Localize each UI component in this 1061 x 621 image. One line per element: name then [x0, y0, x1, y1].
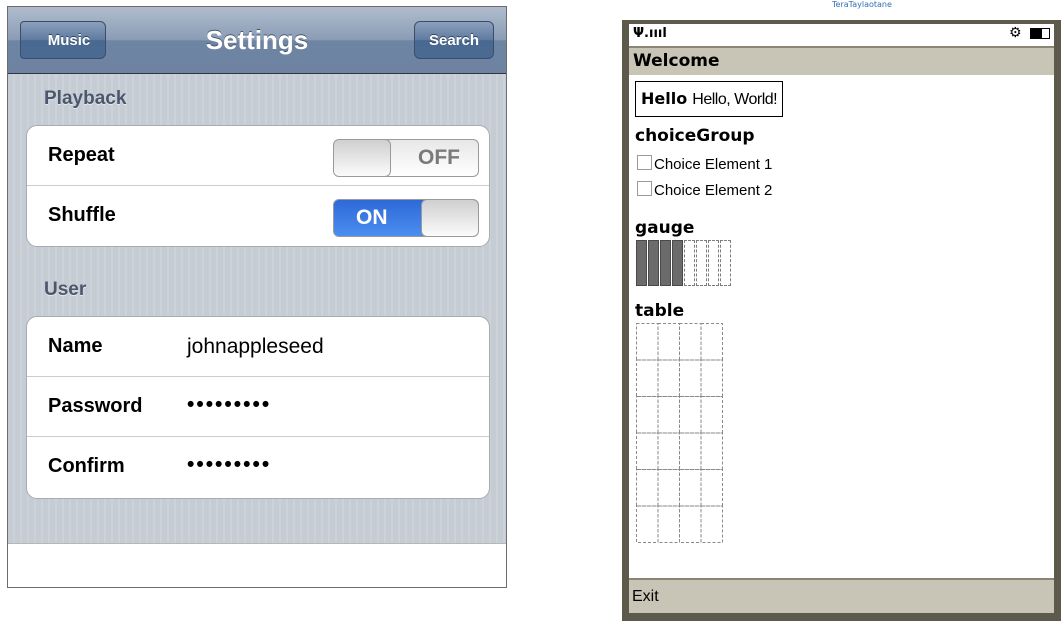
table-grid[interactable] [636, 323, 724, 545]
checkbox[interactable] [637, 155, 652, 170]
status-bar: Ψ.ıııl ⚙ [629, 24, 1054, 44]
table-cell[interactable] [657, 505, 680, 543]
toggle-knob [334, 140, 391, 176]
navigation-bar: Music Settings Search [8, 7, 506, 74]
gauge-label: gauge [635, 218, 695, 238]
phone-screen: Ψ.ıııl ⚙ Welcome Hello Hello, World! cho… [629, 24, 1054, 613]
checkbox[interactable] [637, 181, 652, 196]
section-header-user: User [44, 279, 87, 300]
table-cell[interactable] [657, 469, 680, 507]
table-cell[interactable] [700, 323, 723, 361]
gear-icon: ⚙ [1008, 25, 1022, 41]
gauge-bar-filled [636, 240, 647, 286]
table-cell[interactable] [636, 505, 659, 543]
section-header-playback: Playback [44, 88, 127, 109]
name-row[interactable]: Name johnappleseed [27, 317, 489, 377]
toggle-knob [421, 200, 478, 236]
signal-icon: Ψ.ıııl [633, 26, 667, 41]
iphone-settings-screen: Music Settings Search Playback Repeat OF… [7, 6, 507, 588]
repeat-row: Repeat OFF [27, 126, 489, 186]
gauge-bar-empty [720, 240, 731, 286]
table-cell[interactable] [636, 432, 659, 470]
gauge-bar-filled [648, 240, 659, 286]
string-item-text: Hello, World! [692, 91, 778, 108]
toggle-text: ON [356, 206, 388, 229]
gauge-bar-empty [708, 240, 719, 286]
table-cell[interactable] [700, 505, 723, 543]
shuffle-row: Shuffle ON [27, 186, 489, 246]
gauge-bar-empty [696, 240, 707, 286]
choice-element-1[interactable]: Choice Element 1 [637, 155, 772, 175]
gauge-bar-empty [684, 240, 695, 286]
table-cell[interactable] [679, 396, 702, 434]
confirm-row[interactable]: Confirm ••••••••• [27, 437, 489, 497]
table-cell[interactable] [700, 469, 723, 507]
search-button[interactable]: Search [414, 21, 494, 59]
table-cell[interactable] [636, 359, 659, 397]
table-cell[interactable] [679, 432, 702, 470]
confirm-label: Confirm [48, 455, 125, 477]
table-cell[interactable] [679, 469, 702, 507]
playback-group: Repeat OFF Shuffle ON [26, 125, 490, 247]
screen-title: Welcome [633, 51, 720, 71]
choice-group-label: choiceGroup [635, 126, 755, 146]
name-label: Name [48, 335, 103, 357]
table-cell[interactable] [700, 432, 723, 470]
bottom-area [8, 543, 506, 587]
choice-element-2[interactable]: Choice Element 2 [637, 181, 772, 201]
table-cell[interactable] [700, 359, 723, 397]
repeat-label: Repeat [48, 144, 115, 166]
table-cell[interactable] [657, 432, 680, 470]
repeat-toggle[interactable]: OFF [333, 139, 479, 177]
table-cell[interactable] [679, 323, 702, 361]
exit-command[interactable]: Exit [632, 588, 659, 606]
toggle-text: OFF [418, 146, 460, 169]
table-cell[interactable] [636, 323, 659, 361]
phone-emulator-frame: Ψ.ıııl ⚙ Welcome Hello Hello, World! cho… [622, 20, 1061, 621]
password-row[interactable]: Password ••••••••• [27, 377, 489, 437]
status-icons: ⚙ [1009, 25, 1050, 41]
user-group: Name johnappleseed Password ••••••••• Co… [26, 316, 490, 499]
table-cell[interactable] [636, 396, 659, 434]
gauge-bar-filled [660, 240, 671, 286]
string-item[interactable]: Hello Hello, World! [635, 81, 784, 117]
table-cell[interactable] [679, 359, 702, 397]
string-item-label: Hello [641, 89, 688, 108]
shuffle-label: Shuffle [48, 204, 116, 226]
title-bar: Welcome [629, 46, 1054, 75]
table-cell[interactable] [657, 323, 680, 361]
table-cell[interactable] [657, 396, 680, 434]
soft-key-bar: Exit [629, 578, 1054, 613]
table-label: table [635, 301, 685, 321]
password-field[interactable]: ••••••••• [187, 393, 271, 417]
emulator-caption: TeraTaylaotane [832, 0, 892, 9]
choice-text: Choice Element 1 [654, 156, 773, 173]
shuffle-toggle[interactable]: ON [333, 199, 479, 237]
confirm-field[interactable]: ••••••••• [187, 453, 271, 477]
choice-text: Choice Element 2 [654, 182, 773, 199]
gauge-bar-filled [672, 240, 683, 286]
password-label: Password [48, 395, 143, 417]
name-field[interactable]: johnappleseed [187, 335, 324, 359]
table-cell[interactable] [636, 469, 659, 507]
battery-icon [1030, 27, 1050, 39]
table-cell[interactable] [679, 505, 702, 543]
table-cell[interactable] [700, 396, 723, 434]
table-cell[interactable] [657, 359, 680, 397]
